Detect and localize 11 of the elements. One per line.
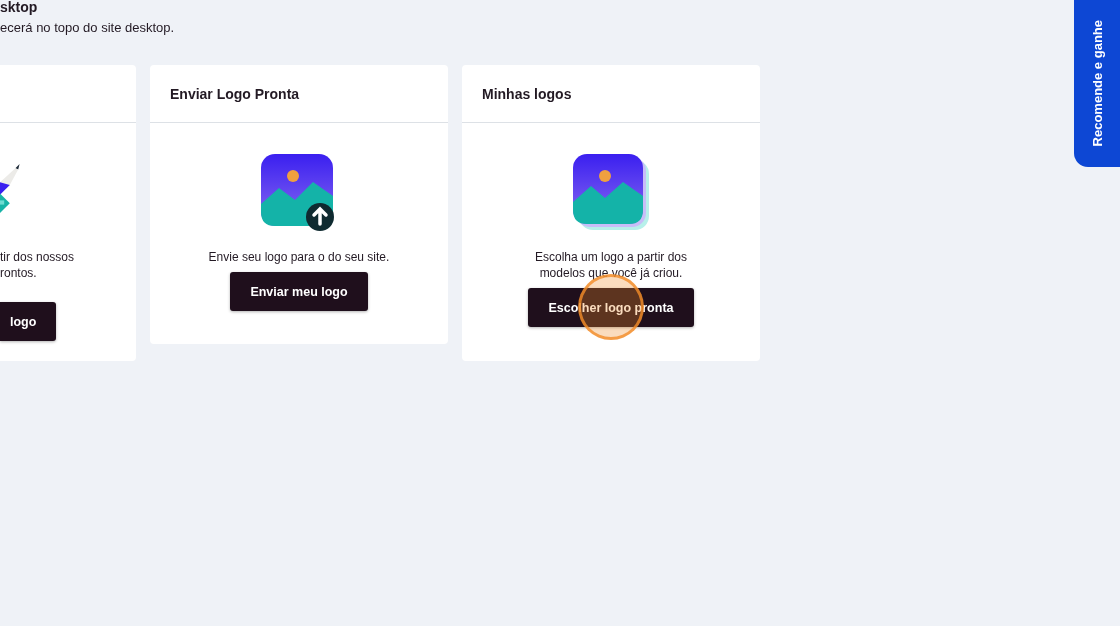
section-subtitle: ecerá no topo do site desktop. xyxy=(0,20,175,35)
card-title: Minhas logos xyxy=(482,85,572,102)
section-title: sktop xyxy=(0,0,38,14)
image-stack-icon xyxy=(571,152,651,232)
card-description: Escolha um logo a partir dos modelos que você já criou. xyxy=(534,249,688,281)
action-button[interactable]: logo xyxy=(0,302,57,341)
card-description: tir dos nossos rontos. xyxy=(0,249,75,281)
action-button[interactable]: Enviar meu logo xyxy=(230,272,368,311)
referral-tab[interactable]: Recomende e ganhe xyxy=(1074,0,1120,167)
card-description: Envie seu logo para o do seu site. xyxy=(208,249,390,265)
card-title: Enviar Logo Pronta xyxy=(170,85,300,102)
